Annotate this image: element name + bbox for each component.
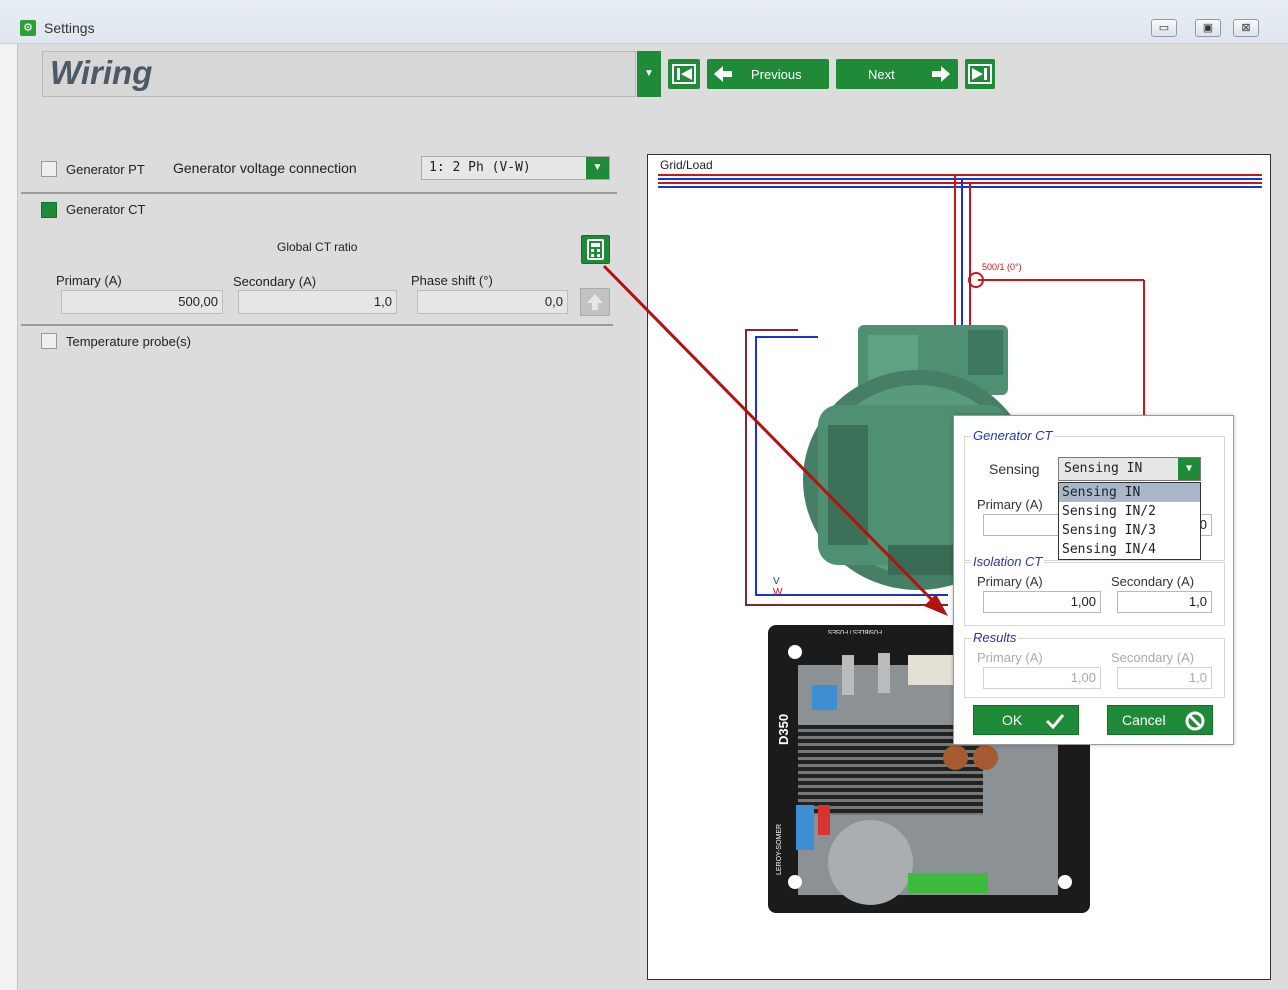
ct-primary-label: Primary (A)	[56, 273, 122, 288]
sensing-option[interactable]: Sensing IN/2	[1059, 502, 1200, 521]
v-phase-label: V	[773, 576, 780, 587]
calculator-icon	[587, 239, 604, 260]
section-divider	[21, 192, 617, 194]
sensing-value: Sensing IN	[1064, 461, 1143, 476]
restore-button[interactable]: ▣	[1195, 19, 1221, 37]
board-fuse	[842, 655, 854, 695]
close-button[interactable]: ⊠	[1233, 19, 1259, 37]
iso-primary-input[interactable]: 1,00	[983, 591, 1101, 613]
board-component	[796, 805, 814, 850]
previous-label: Previous	[751, 67, 802, 82]
iso-primary-label: Primary (A)	[977, 574, 1043, 589]
minimize-button[interactable]: ▭	[1151, 19, 1177, 37]
left-frame	[0, 44, 18, 990]
cancel-circle-icon	[1185, 711, 1205, 731]
ct-ratio-label: 500/1 (0°)	[982, 262, 1022, 272]
section-divider	[21, 324, 613, 326]
sensing-option[interactable]: Sensing IN	[1059, 483, 1200, 502]
generator-pt-label: Generator PT	[66, 162, 145, 177]
isolation-ct-group-title: Isolation CT	[971, 554, 1045, 569]
upload-button[interactable]	[580, 288, 610, 316]
skip-forward-icon	[968, 64, 992, 84]
arrow-right-icon	[932, 66, 950, 82]
board-capacitor	[943, 745, 968, 770]
res-secondary-value: 1,0	[1117, 667, 1212, 689]
arrow-left-icon	[714, 66, 732, 82]
upload-arrow-icon	[587, 294, 603, 310]
chevron-down-icon: ▼	[644, 68, 654, 79]
ct-phase-shift-input[interactable]: 0,0	[417, 290, 568, 314]
global-ct-ratio-label: Global CT ratio	[277, 240, 358, 254]
previous-button[interactable]: Previous	[707, 59, 829, 89]
generator-ct-checkbox[interactable]	[41, 202, 57, 218]
board-fuses-label: FUSIBLES / FUSES	[828, 628, 883, 634]
iso-secondary-input[interactable]: 1,0	[1117, 591, 1212, 613]
page-title: Wiring	[50, 54, 153, 91]
voltage-connection-dropdown[interactable]: ▼	[586, 157, 609, 179]
ct-secondary-label: Secondary (A)	[233, 274, 317, 289]
sensing-label: Sensing	[989, 461, 1040, 477]
next-button[interactable]: Next	[836, 59, 958, 89]
ok-label: OK	[1002, 712, 1023, 728]
board-component	[812, 685, 837, 710]
sensing-option[interactable]: Sensing IN/4	[1059, 540, 1200, 559]
chevron-down-icon: ▼	[1185, 463, 1193, 474]
generator-ct-label: Generator CT	[66, 202, 146, 217]
title-bar	[0, 0, 1288, 44]
res-secondary-label: Secondary (A)	[1111, 650, 1195, 665]
sensing-dropdown-button[interactable]: ▼	[1178, 458, 1200, 480]
sensing-option[interactable]: Sensing IN/3	[1059, 521, 1200, 540]
gen-ct-primary-label: Primary (A)	[977, 497, 1043, 512]
generator-ct-group-title: Generator CT	[971, 428, 1055, 443]
generator-pt-checkbox[interactable]	[41, 161, 57, 177]
chevron-down-icon: ▼	[592, 162, 603, 173]
iso-secondary-label: Secondary (A)	[1111, 574, 1195, 589]
ct-primary-input[interactable]: 500,00	[61, 290, 223, 314]
res-primary-value: 1,00	[983, 667, 1101, 689]
temperature-probe-checkbox[interactable]	[41, 333, 57, 349]
calculator-button[interactable]	[581, 235, 610, 264]
voltage-connection-value: 1: 2 Ph (V-W)	[429, 160, 531, 175]
sensing-select[interactable]: Sensing IN ▼	[1058, 457, 1201, 481]
cancel-label: Cancel	[1122, 712, 1166, 728]
window-title: Settings	[44, 20, 95, 36]
last-page-button[interactable]	[965, 59, 995, 89]
page-dropdown-button[interactable]: ▼	[637, 51, 661, 97]
w-phase-label: W	[773, 587, 783, 598]
board-capacitor	[973, 745, 998, 770]
board-connector	[908, 655, 956, 685]
next-label: Next	[868, 67, 895, 82]
results-group-title: Results	[971, 630, 1019, 645]
settings-app-icon: ⚙	[20, 20, 36, 36]
board-brand-label: LEROY-SOMER	[776, 823, 783, 875]
board-mount-hole	[788, 875, 802, 889]
board-model-label: D350	[776, 713, 791, 745]
temperature-probe-label: Temperature probe(s)	[66, 334, 191, 349]
cancel-button[interactable]: Cancel	[1107, 705, 1213, 735]
checkmark-icon	[1045, 714, 1065, 730]
board-fuse	[878, 653, 890, 693]
board-terminal	[908, 873, 988, 893]
voltage-connection-select[interactable]: 1: 2 Ph (V-W) ▼	[421, 156, 610, 180]
board-mount-hole	[788, 645, 802, 659]
ct-calculator-dialog: Generator CT Sensing Sensing IN ▼ Primar…	[953, 415, 1234, 745]
board-mount-hole	[1058, 875, 1072, 889]
ct-phase-shift-label: Phase shift (°)	[411, 273, 493, 288]
res-primary-label: Primary (A)	[977, 650, 1043, 665]
board-transformer	[828, 820, 913, 905]
sensing-options-list: Sensing IN Sensing IN/2 Sensing IN/3 Sen…	[1058, 482, 1201, 560]
board-led	[818, 805, 830, 835]
ct-secondary-input[interactable]: 1,0	[238, 290, 397, 314]
skip-back-icon	[672, 64, 696, 84]
first-page-button[interactable]	[668, 59, 700, 89]
voltage-connection-label: Generator voltage connection	[173, 160, 357, 176]
ok-button[interactable]: OK	[973, 705, 1079, 735]
